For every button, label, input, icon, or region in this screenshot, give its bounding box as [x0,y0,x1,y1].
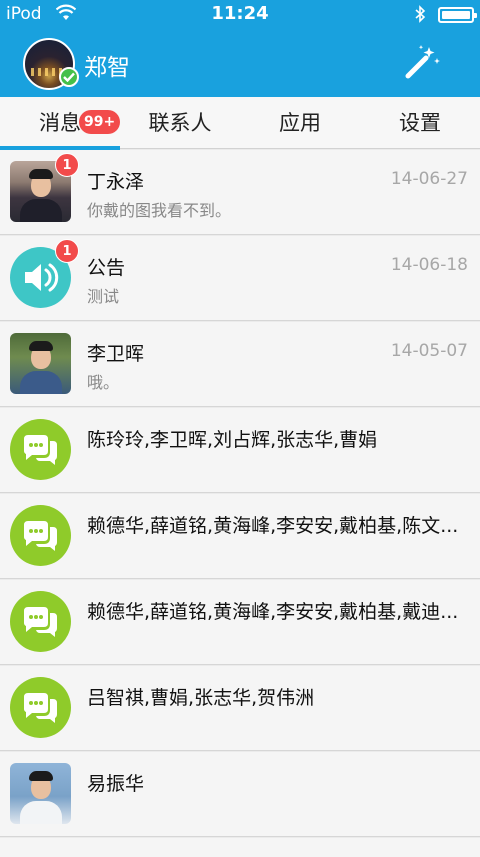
conversation-preview: 哦。 [87,373,120,392]
conversation-name: 赖德华,薛道铭,黄海峰,李安安,戴柏基,戴迪... [87,601,459,623]
tab-contacts[interactable]: 联系人 [120,97,240,149]
battery-icon [438,7,477,23]
group-chat-icon [10,419,71,480]
group-chat-icon [10,505,71,566]
conversation-name: 吕智祺,曹娟,张志华,贺伟洲 [87,687,315,709]
conversation-preview: 测试 [87,287,120,306]
unread-badge: 1 [55,239,79,263]
user-name[interactable]: 郑智 [84,48,130,82]
list-item[interactable]: 易振华 [0,752,480,837]
list-item[interactable]: 赖德华,薛道铭,黄海峰,李安安,戴柏基,戴迪... [0,580,480,665]
status-time: 11:24 [211,3,269,24]
avatar [10,763,71,824]
list-item[interactable]: 1 公告 测试 14-06-18 [0,236,480,321]
list-item[interactable]: 陈玲玲,李卫晖,刘占辉,张志华,曹娟 [0,408,480,493]
tab-bar: 消息 联系人 应用 设置 [0,97,480,149]
conversation-date: 14-06-27 [390,169,468,189]
list-item[interactable]: 吕智祺,曹娟,张志华,贺伟洲 [0,666,480,751]
tab-settings[interactable]: 设置 [360,97,480,149]
conversation-preview: 你戴的图我看不到。 [87,201,232,220]
conversation-name: 赖德华,薛道铭,黄海峰,李安安,戴柏基,陈文... [87,515,459,537]
group-chat-icon [10,591,71,652]
bluetooth-icon [415,5,426,23]
status-bar: iPod 11:24 [0,0,480,30]
list-item[interactable]: 赖德华,薛道铭,黄海峰,李安安,戴柏基,陈文... [0,494,480,579]
list-item[interactable]: 李卫晖 哦。 14-05-07 [0,322,480,407]
tab-apps[interactable]: 应用 [240,97,360,149]
online-check-icon [59,67,79,87]
conversation-name: 陈玲玲,李卫晖,刘占辉,张志华,曹娟 [87,429,378,451]
messages-count-badge: 99+ [79,110,121,134]
conversation-name: 易振华 [87,773,145,795]
list-item[interactable]: 1 丁永泽 你戴的图我看不到。 14-06-27 [0,150,480,235]
group-chat-icon [10,677,71,738]
conversation-date: 14-06-18 [390,255,468,275]
list-item-partial[interactable] [0,838,480,857]
unread-badge: 1 [55,153,79,177]
avatar [10,333,71,394]
conversation-date: 14-05-07 [390,341,468,361]
magic-wand-icon[interactable] [402,42,442,82]
